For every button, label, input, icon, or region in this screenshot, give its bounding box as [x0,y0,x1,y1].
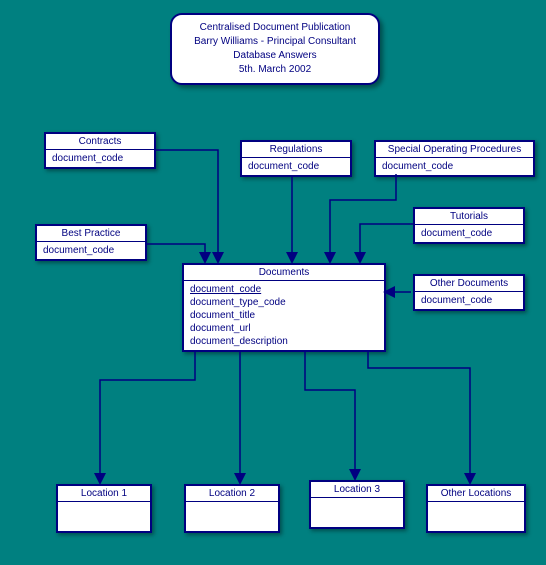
entity-header: Location 1 [58,486,150,502]
entity-attr: document_code [421,227,517,240]
entity-header: Regulations [242,142,350,158]
entity-header: Contracts [46,134,154,150]
entity-attr-pk: document_code [190,283,378,296]
title-line4: 5th. March 2002 [172,63,378,77]
entity-header: Other Locations [428,486,524,502]
title-line2: Barry Williams - Principal Consultant [172,35,378,49]
entity-tutorials: Tutorials document_code [413,207,525,244]
entity-header: Documents [184,265,384,281]
entity-header: Location 2 [186,486,278,502]
entity-attr: document_code [248,160,344,173]
entity-attr: document_url [190,322,378,335]
title-line3: Database Answers [172,49,378,63]
entity-best-practice: Best Practice document_code [35,224,147,261]
entity-attr: document_title [190,309,378,322]
entity-location-2: Location 2 [184,484,280,533]
entity-location-3: Location 3 [309,480,405,529]
entity-documents: Documents document_code document_type_co… [182,263,386,352]
entity-other-locations: Other Locations [426,484,526,533]
entity-attr: document_code [43,244,139,257]
entity-attr: document_code [421,294,517,307]
entity-attr: document_type_code [190,296,378,309]
entity-special-operating-procedures: Special Operating Procedures document_co… [374,140,535,177]
entity-location-1: Location 1 [56,484,152,533]
entity-contracts: Contracts document_code [44,132,156,169]
entity-attr: document_code [52,152,148,165]
entity-other-documents: Other Documents document_code [413,274,525,311]
entity-header: Other Documents [415,276,523,292]
title-line1: Centralised Document Publication [172,21,378,35]
entity-header: Best Practice [37,226,145,242]
entity-attr: document_code [382,160,527,173]
entity-attr: document_description [190,335,378,348]
entity-header: Location 3 [311,482,403,498]
entity-regulations: Regulations document_code [240,140,352,177]
entity-header: Tutorials [415,209,523,225]
entity-header: Special Operating Procedures [376,142,533,158]
diagram-title: Centralised Document Publication Barry W… [170,13,380,85]
